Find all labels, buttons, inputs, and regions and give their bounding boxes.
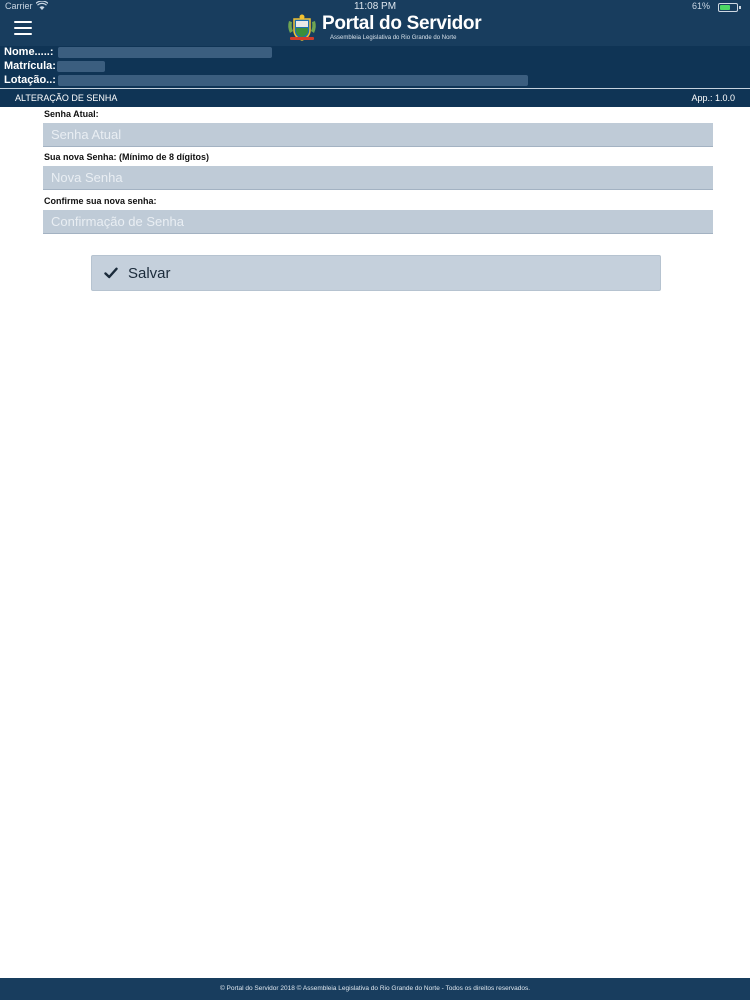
confirm-password-input[interactable] <box>43 210 713 234</box>
hamburger-menu-button[interactable] <box>14 21 34 37</box>
app-version: App.: 1.0.0 <box>691 93 735 103</box>
battery-icon <box>718 3 741 12</box>
new-password-input[interactable] <box>43 166 713 190</box>
check-icon <box>104 267 118 279</box>
top-bar: Carrier 11:08 PM 61% Portal do Servidor … <box>0 0 750 46</box>
user-info-panel: Nome.....: Matrícula: Lotação..: <box>0 46 750 88</box>
confirm-password-label: Confirme sua nova senha: <box>44 196 157 206</box>
battery-percent: 61% <box>691 1 710 11</box>
nome-value-redacted <box>58 47 272 58</box>
coat-of-arms-icon <box>288 14 316 41</box>
footer-text: © Portal do Servidor 2018 © Assembleia L… <box>219 985 531 992</box>
nome-label: Nome.....: <box>4 46 54 58</box>
lotacao-value-redacted <box>58 75 528 86</box>
app-title: Portal do Servidor <box>322 13 482 34</box>
new-password-label: Sua nova Senha: (Mínimo de 8 dígitos) <box>44 152 210 162</box>
app-subtitle: Assembleia Legislativa do Rio Grande do … <box>330 35 457 41</box>
section-title: ALTERAÇÃO DE SENHA <box>15 93 118 103</box>
section-bar: ALTERAÇÃO DE SENHA App.: 1.0.0 <box>0 88 750 107</box>
footer: © Portal do Servidor 2018 © Assembleia L… <box>0 978 750 1000</box>
save-button[interactable]: Salvar <box>91 255 661 291</box>
battery-fill <box>720 5 730 10</box>
lotacao-label: Lotação..: <box>4 74 56 86</box>
current-password-label: Senha Atual: <box>44 109 99 119</box>
status-time: 11:08 PM <box>353 1 397 12</box>
matricula-value-redacted <box>57 61 105 72</box>
matricula-label: Matrícula: <box>4 60 56 72</box>
portal-logo: Portal do Servidor Assembleia Legislativ… <box>286 13 482 45</box>
save-button-label: Salvar <box>128 265 171 282</box>
current-password-input[interactable] <box>43 123 713 147</box>
